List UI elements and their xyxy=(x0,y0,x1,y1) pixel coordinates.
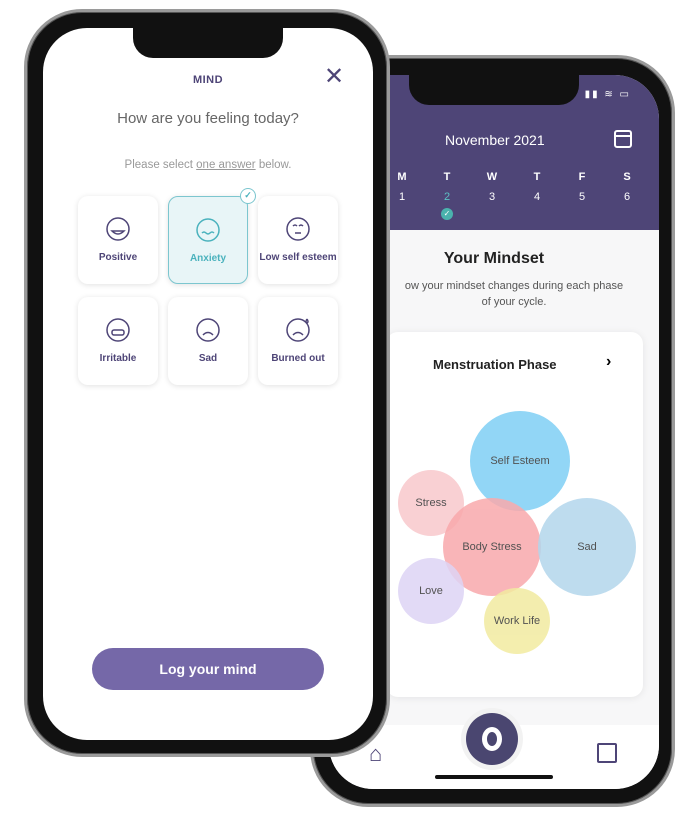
app-logo-button[interactable] xyxy=(466,713,518,765)
day-number[interactable]: 4 xyxy=(527,191,547,203)
anxious-face-icon xyxy=(196,218,220,242)
log-mind-button[interactable]: Log your mind xyxy=(92,648,324,690)
question: How are you feeling today? xyxy=(117,110,299,127)
day-number[interactable]: 2 xyxy=(437,191,457,203)
mood-label: Anxiety xyxy=(189,253,227,264)
mood-option-anxiety[interactable]: Anxiety ✓ xyxy=(168,188,256,284)
mind-screen: MIND ✕ How are you feeling today? Please… xyxy=(43,28,373,740)
journal-icon[interactable] xyxy=(597,743,617,763)
day-number[interactable]: 6 xyxy=(617,191,637,203)
day-letter: T xyxy=(533,171,541,183)
day-letter: T xyxy=(443,171,451,183)
sweat-face-icon xyxy=(286,318,310,342)
mindset-bubble[interactable]: Sad xyxy=(538,498,636,596)
mood-option-positive[interactable]: Positive xyxy=(78,196,158,284)
mood-option-irritable[interactable]: Irritable xyxy=(78,297,158,385)
home-indicator xyxy=(435,775,553,779)
mood-label: Positive xyxy=(98,252,138,263)
day-number[interactable]: 1 xyxy=(392,191,412,203)
phone-mind: MIND ✕ How are you feeling today? Please… xyxy=(24,9,390,757)
mood-label: Irritable xyxy=(99,353,137,364)
day-number[interactable]: 5 xyxy=(572,191,592,203)
mindset-bubble[interactable]: Self Esteem xyxy=(470,411,570,511)
phase-card: Menstruation Phase › Self Esteem Stress Bo… xyxy=(386,332,643,697)
day-number[interactable]: 3 xyxy=(482,191,502,203)
day-letter: F xyxy=(578,171,586,183)
month-label: November 2021 xyxy=(445,132,545,148)
mood-option-low-self-esteem[interactable]: Low self esteem xyxy=(258,196,338,284)
phase-title: Menstruation Phase xyxy=(433,357,557,372)
mindset-subtitle: ow your mindset changes during each phas… xyxy=(404,280,624,308)
mood-label: Low self esteem xyxy=(259,252,337,263)
mood-label: Sad xyxy=(198,353,218,364)
mood-option-sad[interactable]: Sad xyxy=(168,297,248,385)
instruction: Please select one answer below. xyxy=(124,159,292,171)
gritted-teeth-face-icon xyxy=(106,318,130,342)
chevron-right-icon[interactable]: › xyxy=(606,353,611,371)
one-answer-link: one answer xyxy=(196,159,256,171)
mindset-bubble[interactable]: Love xyxy=(398,558,464,624)
check-icon: ✓ xyxy=(441,208,453,220)
sad-face-icon xyxy=(196,318,220,342)
day-letter: S xyxy=(623,171,631,183)
status-icons: ▮▮ ≋ ▭ xyxy=(584,89,631,100)
low-face-icon xyxy=(286,217,310,241)
close-icon[interactable]: ✕ xyxy=(324,62,344,91)
smile-face-icon xyxy=(106,217,130,241)
day-letter: W xyxy=(486,171,498,183)
home-icon[interactable]: ⌂ xyxy=(369,741,382,767)
mindset-bubble[interactable]: Work Life xyxy=(484,588,550,654)
mood-label: Burned out xyxy=(271,353,325,364)
check-icon: ✓ xyxy=(240,188,256,204)
day-letter: M xyxy=(397,171,407,183)
mood-option-burned-out[interactable]: Burned out xyxy=(258,297,338,385)
calendar-icon[interactable] xyxy=(614,130,632,148)
